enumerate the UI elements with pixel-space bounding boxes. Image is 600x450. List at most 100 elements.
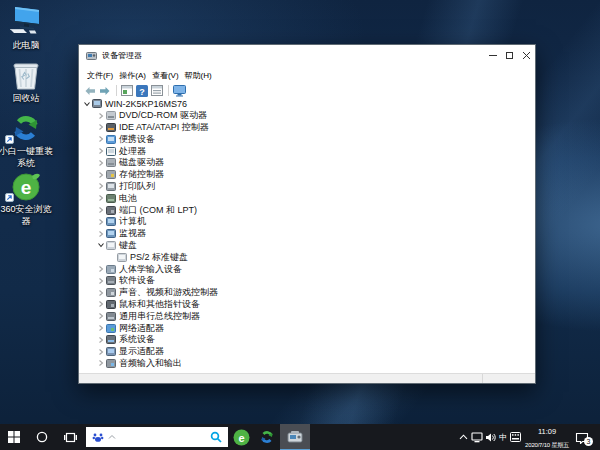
start-button[interactable] — [0, 424, 28, 450]
battery-icon — [106, 194, 116, 203]
maximize-button[interactable] — [501, 45, 518, 66]
menu-file[interactable]: 文件(F) — [84, 70, 116, 81]
chevron-right-icon[interactable] — [95, 230, 106, 238]
menu-bar: 文件(F)操作(A)查看(V)帮助(H) — [79, 66, 535, 84]
tree-item[interactable]: 显示适配器 — [79, 346, 535, 358]
svg-text:e: e — [21, 177, 32, 198]
chevron-right-icon[interactable] — [95, 194, 106, 202]
chevron-right-icon[interactable] — [95, 206, 106, 214]
chevron-right-icon[interactable] — [95, 312, 106, 320]
usb-controller-icon — [106, 312, 116, 321]
chevron-right-icon[interactable] — [95, 277, 106, 285]
forward-icon[interactable] — [99, 86, 111, 96]
volume-icon[interactable] — [484, 424, 497, 450]
desktop-icon-label: 小白一键重装系统 — [0, 145, 54, 169]
ide-controller-icon — [106, 123, 116, 132]
menu-help[interactable]: 帮助(H) — [182, 70, 215, 81]
tree-item[interactable]: 端口 (COM 和 LPT) — [79, 204, 535, 216]
desktop: 此电脑回收站小白一键重装系统 e 360安全浏览器 设备管理器 文件(F)操作(A)… — [0, 0, 600, 450]
software-device-icon — [106, 276, 116, 285]
chevron-down-icon[interactable] — [95, 241, 106, 249]
sound-controller-icon — [106, 288, 116, 297]
tree-item[interactable]: 网络适配器 — [79, 322, 535, 334]
tree-item[interactable]: 声音、视频和游戏控制器 — [79, 287, 535, 299]
device-tree: WIN-2K5KP16MS76DVD/CD-ROM 驱动器IDE ATA/ATA… — [79, 97, 535, 373]
tree-item[interactable]: 电池 — [79, 192, 535, 204]
taskbar-xiaobai-icon[interactable] — [254, 424, 280, 450]
chevron-right-icon[interactable] — [95, 336, 106, 344]
chevron-up-small-icon[interactable] — [108, 434, 116, 440]
ime-mode-indicator[interactable]: 中 — [497, 424, 509, 450]
tree-item[interactable]: 便携设备 — [79, 133, 535, 145]
tree-item[interactable]: 磁盘驱动器 — [79, 157, 535, 169]
chevron-right-icon[interactable] — [95, 300, 106, 308]
chevron-right-icon[interactable] — [95, 135, 106, 143]
tree-item[interactable]: 键盘 — [79, 240, 535, 252]
ime-keyboard-icon[interactable] — [509, 424, 522, 450]
tree-item[interactable]: 音频输入和输出 — [79, 358, 535, 370]
chevron-right-icon[interactable] — [95, 348, 106, 356]
search-icon[interactable] — [210, 431, 222, 443]
close-button[interactable] — [518, 45, 535, 66]
task-view-button[interactable] — [56, 424, 84, 450]
this-pc-icon — [0, 6, 54, 38]
tree-item[interactable]: 软件设备 — [79, 275, 535, 287]
chevron-right-icon[interactable] — [95, 123, 106, 131]
network-icon[interactable] — [470, 424, 484, 450]
tree-item[interactable]: 人体学输入设备 — [79, 263, 535, 275]
chevron-right-icon[interactable] — [95, 159, 106, 167]
tree-item[interactable]: DVD/CD-ROM 驱动器 — [79, 110, 535, 122]
cortana-button[interactable] — [28, 424, 56, 450]
console-window-icon[interactable] — [121, 85, 133, 96]
taskbar-device-manager-icon[interactable] — [280, 424, 310, 450]
tree-item[interactable]: WIN-2K5KP16MS76 — [79, 98, 535, 110]
tray-chevron-up-icon[interactable] — [456, 424, 470, 450]
menu-view[interactable]: 查看(V) — [149, 70, 182, 81]
menu-action[interactable]: 操作(A) — [116, 70, 149, 81]
keyboard-icon — [106, 241, 116, 250]
display-adapter-icon — [106, 347, 116, 356]
chevron-right-icon[interactable] — [95, 265, 106, 273]
tree-item[interactable]: 打印队列 — [79, 181, 535, 193]
properties-window-icon[interactable] — [151, 85, 163, 96]
chevron-right-icon[interactable] — [95, 324, 106, 332]
action-center-icon[interactable]: 3 — [572, 424, 592, 450]
chevron-right-icon[interactable] — [95, 359, 106, 367]
tree-item[interactable]: 处理器 — [79, 145, 535, 157]
desktop-icon-360-browser[interactable]: e 360安全浏览器 — [0, 170, 54, 227]
tree-item[interactable]: PS/2 标准键盘 — [79, 251, 535, 263]
chevron-right-icon[interactable] — [95, 182, 106, 190]
tree-item[interactable]: 计算机 — [79, 216, 535, 228]
tree-item[interactable]: 通用串行总线控制器 — [79, 310, 535, 322]
tray-date: 2020/7/10 星期五 — [525, 442, 569, 448]
chevron-right-icon[interactable] — [95, 289, 106, 297]
360-browser-icon: e — [0, 170, 54, 202]
window-title: 设备管理器 — [102, 50, 484, 61]
chevron-right-icon[interactable] — [95, 147, 106, 155]
help-icon[interactable]: ? — [136, 85, 148, 97]
taskbar-clock[interactable]: 11:09 2020/7/10 星期五 — [522, 424, 572, 450]
hid-icon — [106, 265, 116, 274]
desktop-icon-recycle-bin[interactable]: 回收站 — [0, 59, 54, 104]
tree-item[interactable]: IDE ATA/ATAPI 控制器 — [79, 122, 535, 134]
chevron-right-icon[interactable] — [95, 218, 106, 226]
processor-icon — [106, 147, 116, 156]
tree-item[interactable]: 鼠标和其他指针设备 — [79, 299, 535, 311]
chevron-down-icon[interactable] — [81, 100, 92, 108]
svg-text:e: e — [238, 431, 244, 443]
tree-item[interactable]: 存储控制器 — [79, 169, 535, 181]
back-icon[interactable] — [84, 86, 96, 96]
tree-item[interactable]: 系统设备 — [79, 334, 535, 346]
taskbar-360-browser-icon[interactable]: e — [228, 424, 254, 450]
desktop-icon-xiaobai-reinstall[interactable]: 小白一键重装系统 — [0, 112, 54, 169]
chevron-right-icon[interactable] — [95, 171, 106, 179]
monitor-toolbar-icon[interactable] — [173, 85, 186, 97]
desktop-icon-label: 360安全浏览器 — [0, 203, 54, 227]
tree-item-label: 音频输入和输出 — [119, 357, 182, 370]
svg-text:?: ? — [139, 86, 145, 96]
chevron-right-icon[interactable] — [95, 112, 106, 120]
search-box[interactable] — [86, 427, 228, 447]
tree-item[interactable]: 监视器 — [79, 228, 535, 240]
minimize-button[interactable] — [484, 45, 501, 66]
desktop-icon-this-pc[interactable]: 此电脑 — [0, 6, 54, 51]
